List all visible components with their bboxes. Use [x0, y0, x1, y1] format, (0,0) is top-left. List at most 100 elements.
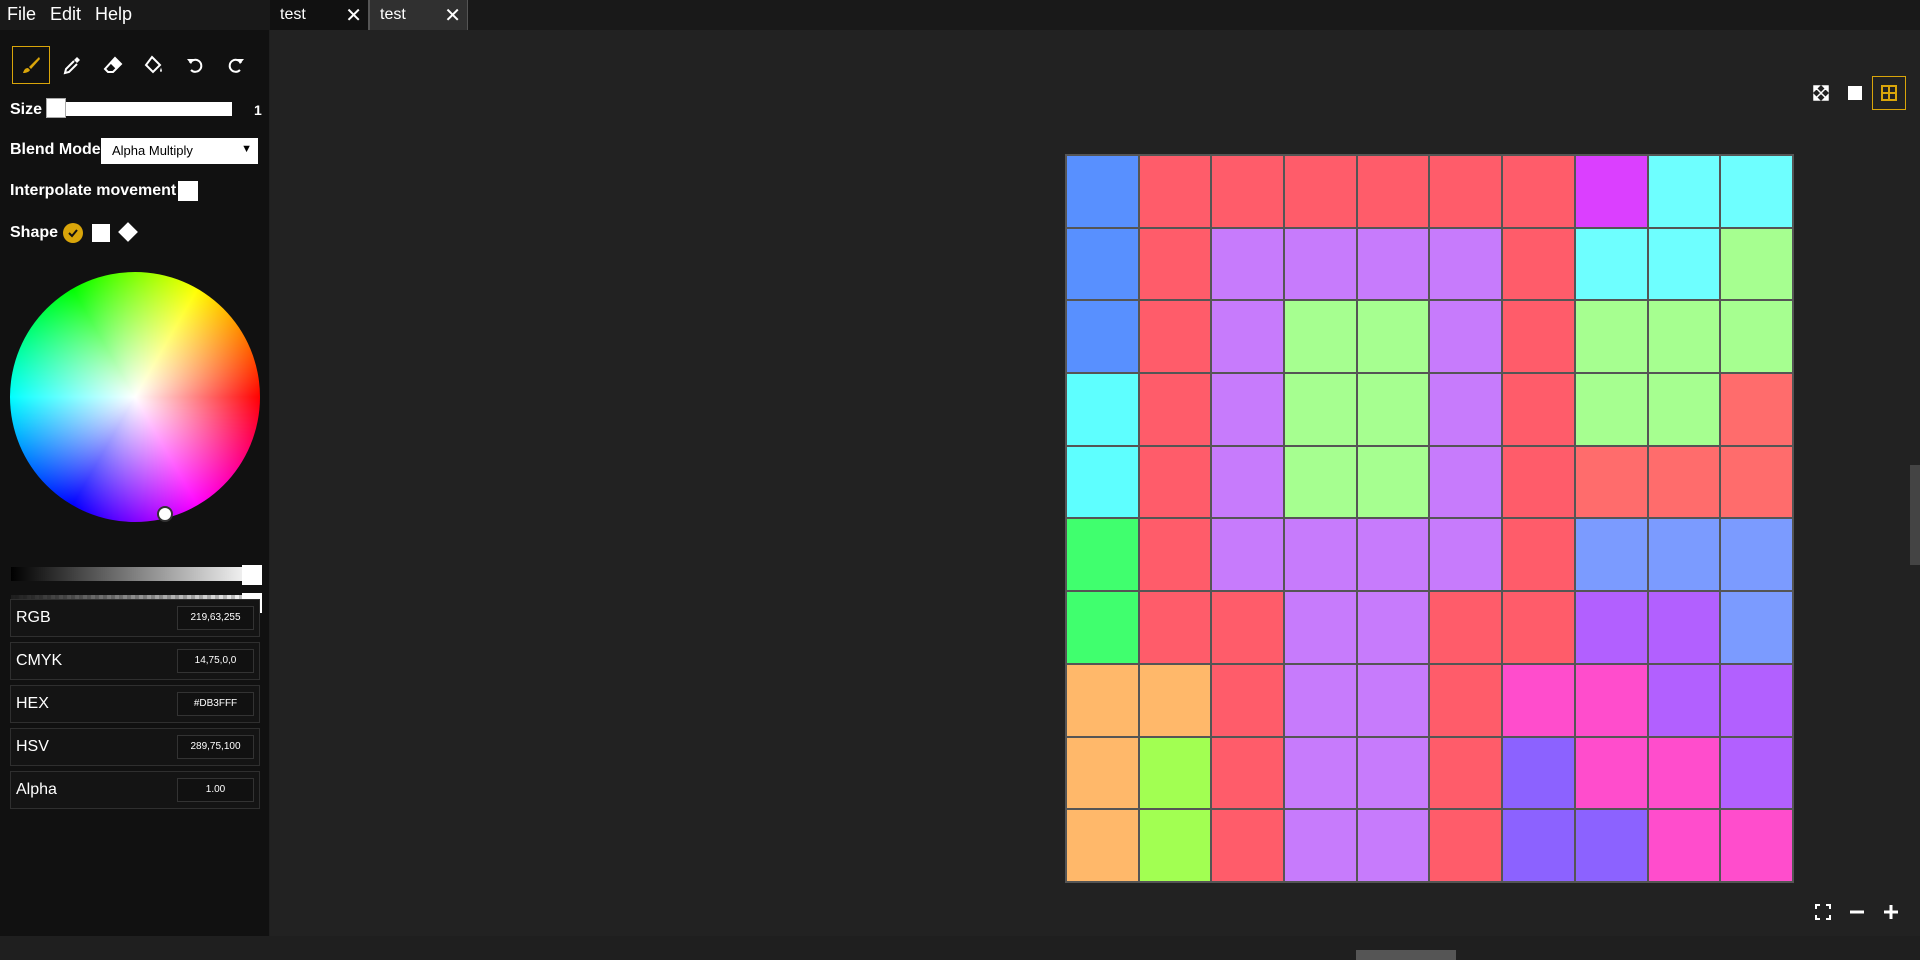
canvas-pixel[interactable]	[1720, 663, 1793, 737]
canvas-pixel[interactable]	[1138, 591, 1212, 664]
canvas-pixel[interactable]	[1138, 736, 1212, 810]
canvas-pixel[interactable]	[1502, 227, 1575, 301]
canvas-pixel[interactable]	[1356, 445, 1430, 519]
canvas-pixel[interactable]	[1502, 809, 1575, 882]
canvas-pixel[interactable]	[1720, 300, 1793, 374]
canvas-pixel[interactable]	[1356, 518, 1430, 592]
canvas-pixel[interactable]	[1574, 445, 1648, 519]
canvas-pixel[interactable]	[1356, 300, 1430, 374]
canvas-pixel[interactable]	[1574, 373, 1648, 446]
canvas-pixel[interactable]	[1502, 445, 1575, 519]
canvas-pixel[interactable]	[1429, 736, 1503, 810]
canvas-pixel[interactable]	[1284, 155, 1357, 228]
zoom-out-button[interactable]	[1840, 896, 1874, 928]
canvas-pixel[interactable]	[1574, 591, 1648, 664]
menu-help[interactable]: Help	[88, 0, 139, 30]
canvas-pixel[interactable]	[1647, 663, 1721, 737]
canvas-pixel[interactable]	[1720, 373, 1793, 446]
canvas-pixel[interactable]	[1429, 591, 1503, 664]
brightness-slider-thumb[interactable]	[242, 565, 262, 585]
shape-square-option[interactable]	[92, 224, 110, 242]
fullscreen-button[interactable]	[1806, 896, 1840, 928]
canvas-pixel[interactable]	[1356, 736, 1430, 810]
canvas-pixel[interactable]	[1066, 300, 1139, 374]
menu-file[interactable]: File	[0, 0, 43, 30]
single-view-button[interactable]	[1838, 76, 1872, 110]
canvas-pixel[interactable]	[1720, 736, 1793, 810]
canvas-pixel[interactable]	[1429, 663, 1503, 737]
canvas-pixel[interactable]	[1574, 300, 1648, 374]
canvas-pixel[interactable]	[1211, 300, 1285, 374]
cmyk-input[interactable]: 14,75,0,0	[177, 649, 254, 673]
canvas-pixel[interactable]	[1647, 591, 1721, 664]
canvas-pixel[interactable]	[1211, 227, 1285, 301]
canvas-pixel[interactable]	[1284, 736, 1357, 810]
canvas-pixel[interactable]	[1429, 300, 1503, 374]
grid-view-button[interactable]	[1872, 76, 1906, 110]
canvas-pixel[interactable]	[1211, 445, 1285, 519]
canvas-pixel[interactable]	[1284, 373, 1357, 446]
interpolate-checkbox[interactable]	[178, 181, 198, 201]
canvas-pixel[interactable]	[1429, 518, 1503, 592]
canvas-pixel[interactable]	[1284, 227, 1357, 301]
blend-mode-select[interactable]: Alpha Multiply ▼	[101, 138, 258, 164]
canvas-pixel[interactable]	[1211, 809, 1285, 882]
alpha-input[interactable]: 1.00	[177, 778, 254, 802]
canvas-pixel[interactable]	[1429, 445, 1503, 519]
canvas-pixel[interactable]	[1066, 736, 1139, 810]
size-slider[interactable]	[47, 102, 232, 116]
rgb-input[interactable]: 219,63,255	[177, 606, 254, 630]
canvas-pixel[interactable]	[1647, 300, 1721, 374]
canvas-pixel[interactable]	[1720, 227, 1793, 301]
menu-edit[interactable]: Edit	[43, 0, 88, 30]
canvas-pixel[interactable]	[1356, 809, 1430, 882]
canvas-pixel[interactable]	[1502, 591, 1575, 664]
canvas-pixel[interactable]	[1138, 663, 1212, 737]
canvas-pixel[interactable]	[1429, 227, 1503, 301]
canvas-pixel[interactable]	[1647, 518, 1721, 592]
canvas-pixel[interactable]	[1284, 591, 1357, 664]
canvas-pixel[interactable]	[1502, 155, 1575, 228]
canvas-pixel[interactable]	[1502, 518, 1575, 592]
canvas-pixel[interactable]	[1720, 518, 1793, 592]
canvas-pixel[interactable]	[1429, 155, 1503, 228]
eyedropper-tool[interactable]	[53, 46, 91, 84]
canvas-pixel[interactable]	[1574, 518, 1648, 592]
canvas-pixel[interactable]	[1356, 663, 1430, 737]
canvas-pixel[interactable]	[1066, 809, 1139, 882]
horizontal-scrollbar[interactable]	[1356, 950, 1456, 960]
redo-button[interactable]	[217, 46, 255, 84]
canvas-pixel[interactable]	[1502, 300, 1575, 374]
canvas-pixel[interactable]	[1284, 300, 1357, 374]
canvas-pixel[interactable]	[1647, 445, 1721, 519]
hsv-input[interactable]: 289,75,100	[177, 735, 254, 759]
tab-document-2[interactable]: test ✕	[369, 0, 468, 30]
canvas-pixel[interactable]	[1138, 445, 1212, 519]
color-wheel[interactable]	[10, 272, 260, 522]
canvas-pixel[interactable]	[1502, 663, 1575, 737]
canvas-pixel[interactable]	[1066, 227, 1139, 301]
canvas-pixel[interactable]	[1138, 300, 1212, 374]
canvas-pixel[interactable]	[1066, 591, 1139, 664]
canvas-pixel[interactable]	[1211, 518, 1285, 592]
canvas-pixel[interactable]	[1647, 155, 1721, 228]
canvas-pixel[interactable]	[1356, 227, 1430, 301]
canvas-pixel[interactable]	[1211, 736, 1285, 810]
canvas-pixel[interactable]	[1211, 591, 1285, 664]
canvas-pixel[interactable]	[1574, 227, 1648, 301]
shape-diamond-option[interactable]	[118, 222, 138, 242]
undo-button[interactable]	[176, 46, 214, 84]
eraser-tool[interactable]	[94, 46, 132, 84]
canvas-pixel[interactable]	[1138, 227, 1212, 301]
color-wheel-marker[interactable]	[157, 506, 173, 522]
size-slider-thumb[interactable]	[46, 98, 66, 118]
shape-circle-option[interactable]	[63, 223, 83, 243]
canvas-pixel[interactable]	[1066, 155, 1139, 228]
canvas-pixel[interactable]	[1138, 373, 1212, 446]
canvas-pixel[interactable]	[1356, 373, 1430, 446]
canvas-pixel[interactable]	[1720, 155, 1793, 228]
close-icon[interactable]: ✕	[444, 3, 461, 28]
close-icon[interactable]: ✕	[345, 3, 362, 28]
fit-view-button[interactable]	[1804, 76, 1838, 110]
canvas-pixel[interactable]	[1211, 663, 1285, 737]
